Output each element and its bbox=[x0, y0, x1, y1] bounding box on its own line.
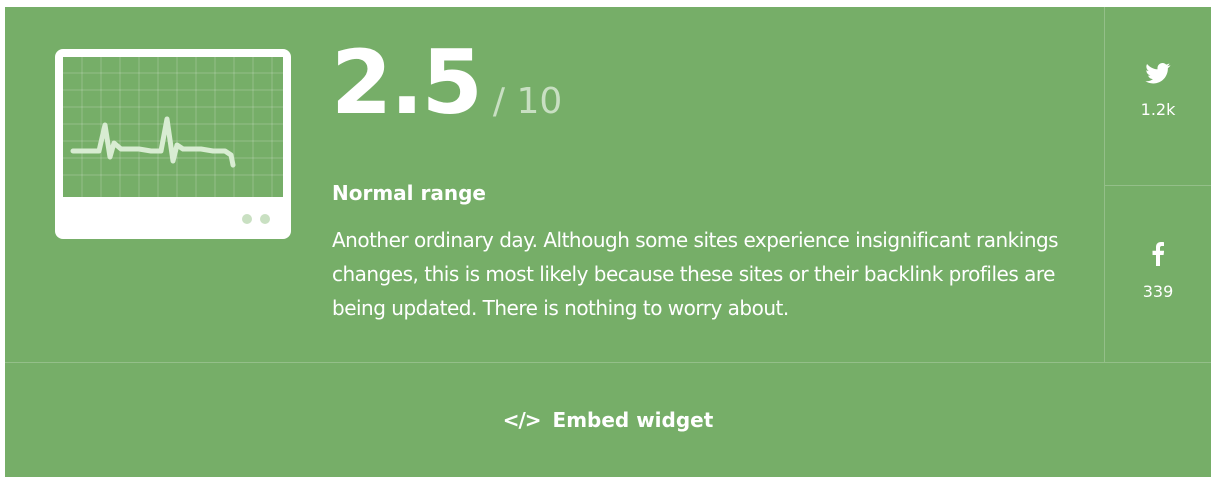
score-max: / 10 bbox=[492, 81, 563, 122]
facebook-share-count: 339 bbox=[1142, 282, 1174, 301]
embed-widget-label: Embed widget bbox=[552, 408, 714, 432]
range-description: Another ordinary day. Although some site… bbox=[332, 228, 1059, 320]
score-display: 2.5 / 10 bbox=[331, 39, 562, 127]
facebook-icon bbox=[1152, 242, 1164, 266]
code-icon: </> bbox=[502, 408, 542, 432]
range-title: Normal range bbox=[332, 181, 486, 205]
monitor-icon bbox=[55, 49, 291, 239]
twitter-share-count: 1.2k bbox=[1140, 100, 1176, 119]
sensor-widget: 2.5 / 10 Normal range Another ordinary d… bbox=[5, 7, 1211, 477]
facebook-share-button[interactable]: 339 bbox=[1105, 186, 1211, 363]
embed-widget-button[interactable]: </> Embed widget bbox=[5, 363, 1211, 477]
twitter-share-button[interactable]: 1.2k bbox=[1105, 7, 1211, 184]
score-value: 2.5 bbox=[331, 31, 483, 134]
score-panel: 2.5 / 10 Normal range Another ordinary d… bbox=[5, 7, 1103, 362]
twitter-icon bbox=[1145, 63, 1171, 84]
